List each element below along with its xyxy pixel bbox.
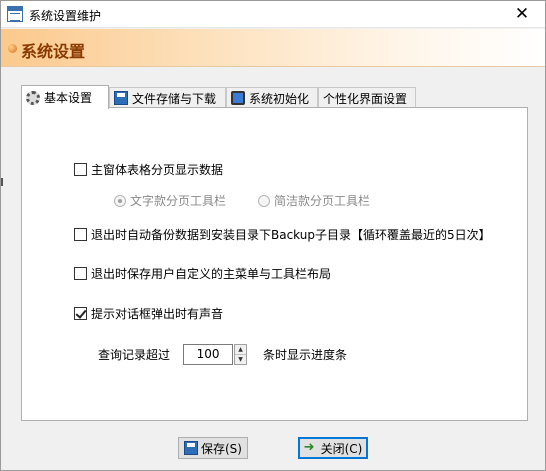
exit-icon: ➜	[303, 440, 315, 455]
title-bar: 系统设置维护 ✕	[1, 1, 545, 28]
paginate-checkbox[interactable]	[74, 163, 87, 176]
progress-suffix-label: 条时显示进度条	[263, 348, 348, 362]
backup-label: 退出时自动备份数据到安装目录下Backup子目录【循环覆盖最近的5日次】	[91, 228, 491, 242]
app-icon	[7, 6, 23, 22]
monitor-icon	[231, 91, 245, 105]
spin-up-icon[interactable]: ▲	[235, 345, 247, 355]
close-button[interactable]: ➜ 关闭(C)	[298, 437, 368, 459]
tab-system-init[interactable]: 系统初始化	[226, 87, 318, 108]
tab-personalization[interactable]: 个性化界面设置	[318, 87, 416, 108]
backup-checkbox[interactable]	[74, 228, 87, 241]
radio-simple-toolbar-label: 简洁款分页工具栏	[274, 194, 371, 208]
close-button-label: 关闭(C)	[320, 441, 363, 456]
edge-marker	[1, 178, 3, 186]
header-banner: 系统设置	[1, 29, 545, 67]
banner-title: 系统设置	[21, 42, 86, 61]
radio-simple-toolbar[interactable]: 简洁款分页工具栏	[258, 192, 370, 209]
progress-threshold-row: 查询记录超过 100 ▲ ▼ 条时显示进度条	[98, 344, 347, 365]
gear-icon	[26, 90, 40, 105]
save-layout-label: 退出时保存用户自定义的主菜单与工具栏布局	[91, 267, 332, 281]
sound-label: 提示对话框弹出时有声音	[91, 307, 224, 321]
floppy-icon	[114, 91, 128, 105]
save-button[interactable]: 保存(S)	[178, 437, 248, 459]
radio-text-toolbar[interactable]: 文字款分页工具栏	[114, 192, 226, 209]
tab-basic-settings[interactable]: 基本设置	[21, 85, 109, 109]
tab-label: 个性化界面设置	[323, 91, 408, 106]
save-button-label: 保存(S)	[201, 441, 242, 456]
record-threshold-spinner[interactable]: ▲ ▼	[234, 344, 248, 365]
save-layout-checkbox[interactable]	[74, 267, 87, 280]
record-threshold-input[interactable]: 100	[183, 344, 234, 365]
basic-settings-panel: 主窗体表格分页显示数据 文字款分页工具栏 简洁款分页工具栏 退出时自动备份数据到…	[21, 107, 528, 421]
radio-text-toolbar-button[interactable]	[114, 194, 126, 207]
tab-label: 系统初始化	[249, 91, 310, 106]
window-title: 系统设置维护	[29, 9, 102, 23]
settings-window: 系统设置维护 ✕ 系统设置 基本设置 文件存储与下载 系统初始化 个性化界面设置…	[0, 0, 546, 471]
backup-option[interactable]: 退出时自动备份数据到安装目录下Backup子目录【循环覆盖最近的5日次】	[74, 226, 491, 243]
tab-label: 基本设置	[44, 91, 93, 105]
close-window-button[interactable]: ✕	[499, 1, 545, 28]
tab-label: 文件存储与下载	[132, 91, 217, 106]
sound-checkbox[interactable]	[74, 307, 87, 320]
radio-simple-toolbar-button[interactable]	[258, 194, 270, 207]
spin-down-icon[interactable]: ▼	[235, 355, 246, 364]
tab-file-storage[interactable]: 文件存储与下载	[109, 87, 226, 108]
save-icon	[184, 441, 198, 455]
paginate-option[interactable]: 主窗体表格分页显示数据	[74, 161, 223, 178]
paginate-label: 主窗体表格分页显示数据	[91, 163, 224, 177]
progress-prefix-label: 查询记录超过	[98, 348, 171, 362]
bullet-icon	[8, 44, 17, 53]
sound-option[interactable]: 提示对话框弹出时有声音	[74, 305, 223, 322]
save-layout-option[interactable]: 退出时保存用户自定义的主菜单与工具栏布局	[74, 265, 331, 282]
radio-text-toolbar-label: 文字款分页工具栏	[130, 194, 227, 208]
